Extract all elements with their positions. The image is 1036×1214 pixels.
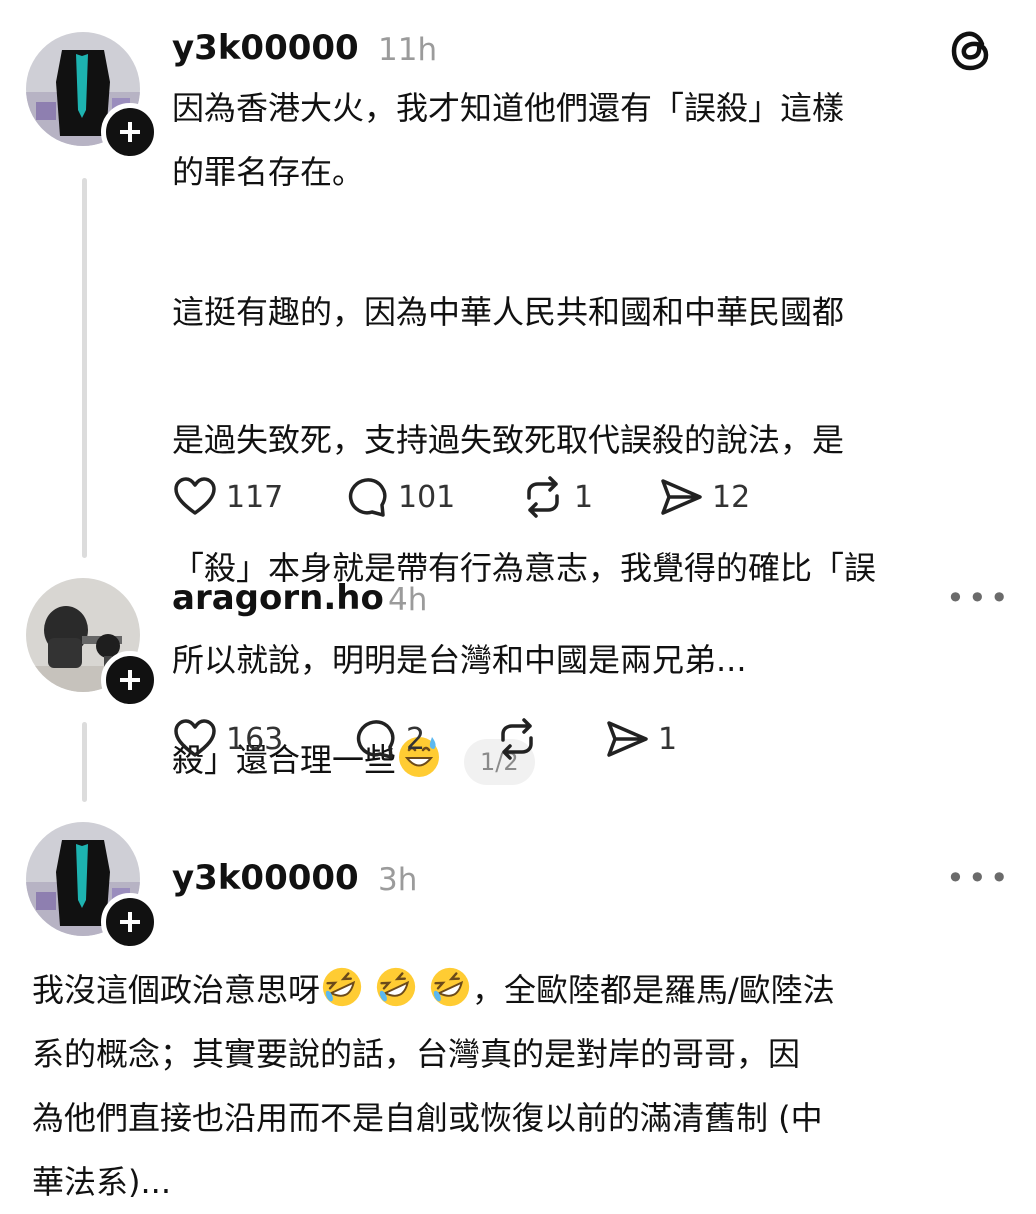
username[interactable]: aragorn.ho	[172, 578, 384, 618]
post-text: 因為香港大火，我才知道他們還有「誤殺」這樣 的罪名存在。	[172, 89, 845, 191]
heart-icon	[174, 719, 216, 757]
text-segment: 我沒這個政治意思呀	[32, 971, 321, 1009]
heart-icon	[174, 477, 216, 515]
like-button[interactable]: 163	[172, 714, 283, 764]
rolling-laughing-emoji	[322, 967, 362, 1007]
reply-button[interactable]: 2	[352, 714, 425, 764]
share-count: 1	[658, 721, 678, 757]
share-icon	[661, 479, 702, 515]
repost-button[interactable]	[494, 714, 548, 764]
share-button[interactable]: 1	[604, 714, 677, 764]
action-bar: 163 2 1	[172, 714, 812, 764]
follow-plus-icon[interactable]	[101, 651, 159, 709]
text-line-first: 我沒這個政治意思呀 ，全歐陸都是羅馬/歐陸法	[32, 958, 1012, 1022]
rolling-laughing-emoji	[376, 967, 416, 1007]
timestamp: 3h	[378, 862, 418, 898]
reply-count: 2	[406, 721, 426, 757]
rolling-laughing-emoji	[430, 967, 470, 1007]
repost-icon	[501, 718, 533, 760]
text-line: 是過失致死，支持過失致死取代誤殺的說法，是	[172, 421, 845, 459]
timestamp: 4h	[388, 582, 428, 618]
post-text: 所以就說，明明是台灣和中國是兩兄弟...	[172, 641, 747, 679]
timestamp: 11h	[378, 32, 438, 68]
repost-count: 1	[574, 479, 594, 515]
like-count: 163	[226, 721, 284, 757]
text-line: 這挺有趣的，因為中華人民共和國和中華民國都	[172, 293, 845, 331]
username[interactable]: y3k00000	[172, 858, 359, 898]
repost-button[interactable]: 1	[520, 472, 593, 522]
text-rest: 系的概念；其實要說的話，台灣真的是對岸的哥哥，因 為他們直接也沿用而不是自創或恢…	[32, 1035, 823, 1201]
reply-count: 101	[398, 479, 456, 515]
thread-line	[82, 178, 87, 558]
threads-logo-icon[interactable]	[948, 28, 994, 74]
reply-button[interactable]: 101	[344, 472, 455, 522]
thread-line	[82, 722, 87, 802]
follow-plus-icon[interactable]	[101, 893, 159, 951]
text-segment: ，全歐陸都是羅馬/歐陸法	[472, 971, 835, 1009]
comment-icon	[348, 478, 387, 517]
post-text: 我沒這個政治意思呀 ，全歐陸都是羅馬/歐陸法 系的概念；其實要說的話，台灣真的是…	[32, 958, 1012, 1214]
share-icon	[607, 721, 648, 757]
more-options-icon[interactable]: •••	[946, 862, 1012, 894]
more-options-icon[interactable]: •••	[946, 582, 1012, 614]
username[interactable]: y3k00000	[172, 28, 359, 68]
follow-plus-icon[interactable]	[101, 103, 159, 161]
share-button[interactable]: 12	[658, 472, 750, 522]
comment-icon	[356, 720, 395, 759]
share-count: 12	[712, 479, 751, 515]
repost-icon	[527, 476, 559, 518]
like-button[interactable]: 117	[172, 472, 283, 522]
like-count: 117	[226, 479, 284, 515]
action-bar: 117 101 1 12	[172, 472, 812, 522]
